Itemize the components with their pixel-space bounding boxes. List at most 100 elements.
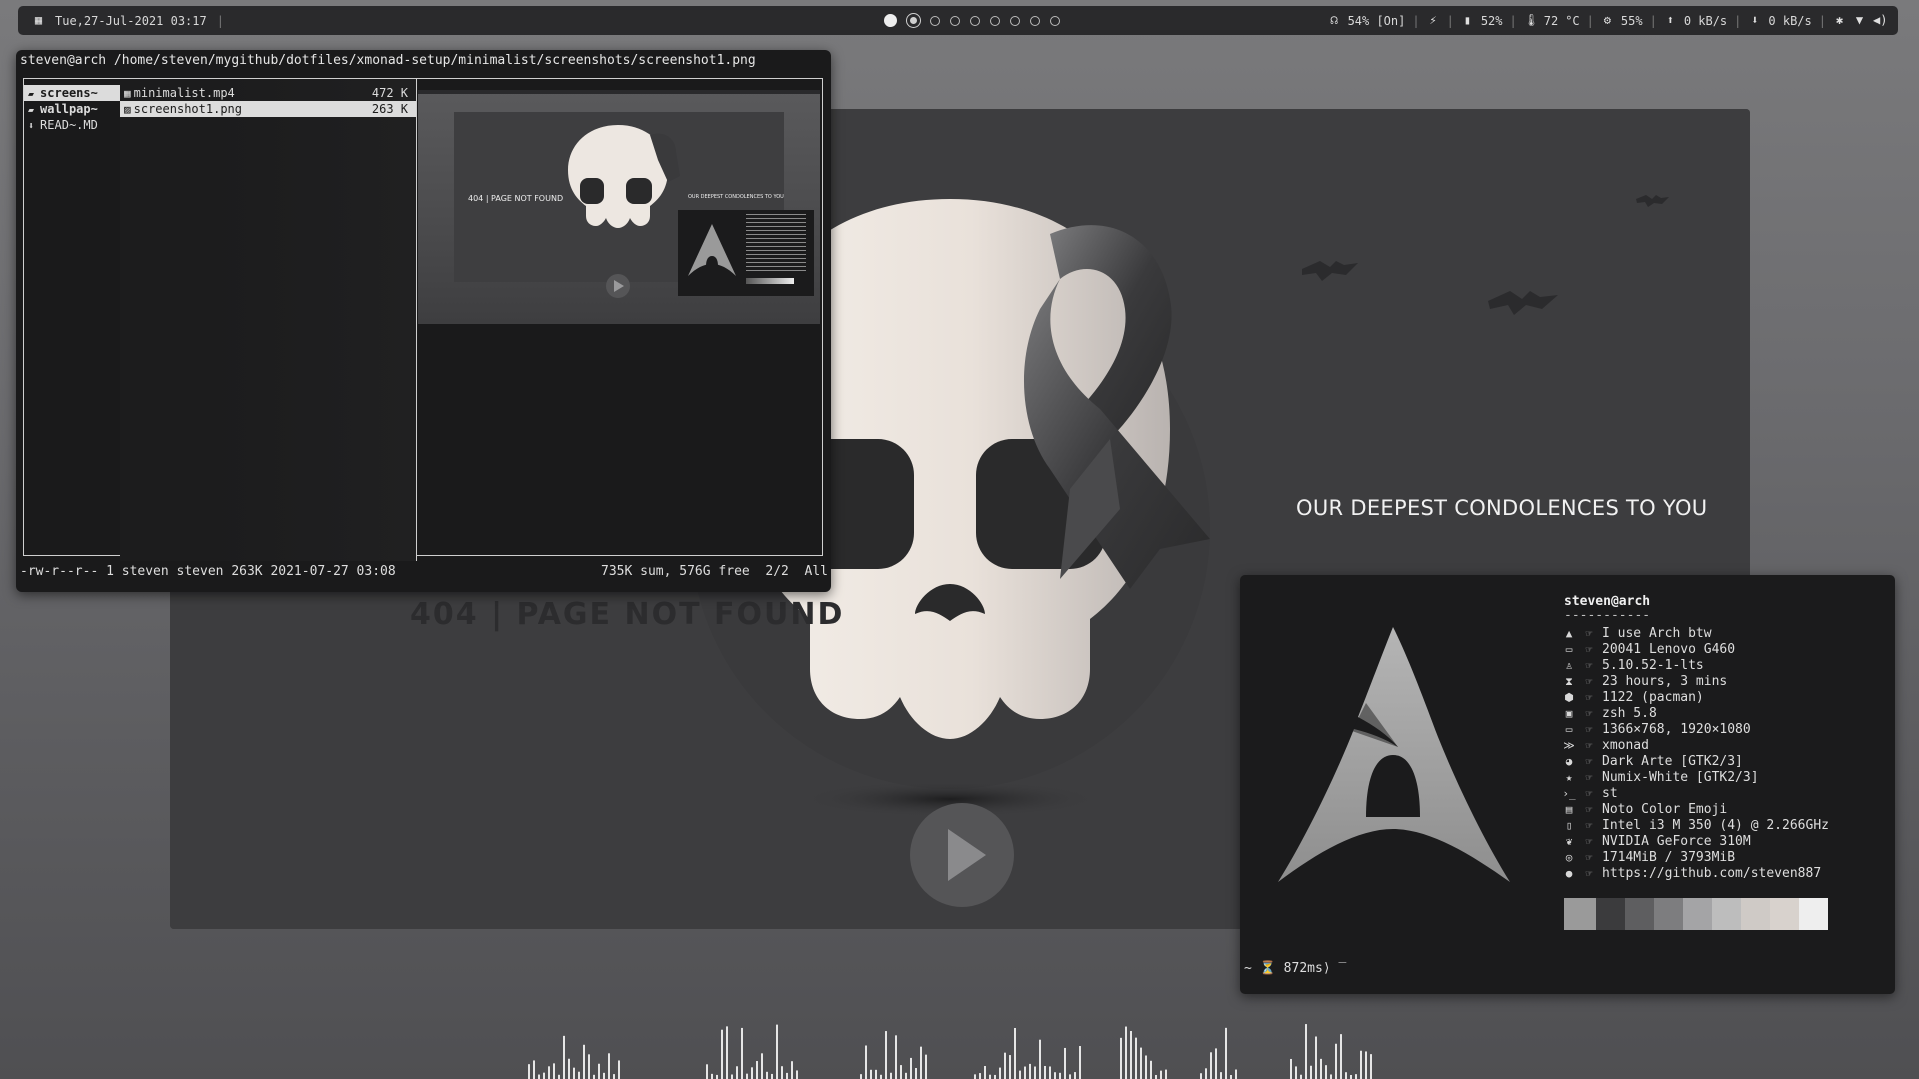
file-icon: ⬇ (28, 121, 41, 132)
workspace-1[interactable] (884, 14, 897, 27)
pointer-icon: ☞ (1585, 627, 1593, 640)
workspace-6[interactable] (990, 15, 1000, 26)
neofetch-value: 1714MiB / 3793MiB (1602, 850, 1736, 865)
neofetch-value: zsh 5.8 (1602, 706, 1657, 721)
pointer-icon: ☞ (1585, 835, 1593, 848)
preview-terminal (678, 210, 814, 296)
neofetch-line: ♙ ☞ 5.10.52-1-lts (1562, 658, 1829, 674)
hourglass-icon: ⧗ (1565, 675, 1573, 688)
shell-prompt[interactable]: ~ ⏳ 872ms⟩ ‾ (1244, 961, 1346, 976)
neofetch-terminal[interactable]: steven@arch ----------- ▲ ☞ I use Arch btw… (1240, 575, 1895, 994)
terminal-icon: ›_ (1562, 787, 1576, 800)
visualizer-bar (1009, 1055, 1011, 1079)
visualizer-bar (543, 1072, 545, 1079)
visualizer-bar (781, 1066, 783, 1079)
volume-value[interactable]: 54% [On] (1348, 14, 1406, 28)
visualizer-bar (1019, 1070, 1021, 1079)
visualizer-bar (1300, 1074, 1302, 1079)
workspace-3[interactable] (930, 15, 940, 26)
bluetooth-icon[interactable]: ✱ (1833, 14, 1846, 27)
visualizer-bar (1335, 1043, 1337, 1079)
visualizer-bar (1230, 1074, 1232, 1079)
palette-icon: ◕ (1565, 755, 1573, 768)
neofetch-value: 5.10.52-1-lts (1602, 658, 1704, 673)
visualizer-bar (1345, 1072, 1347, 1079)
visualizer-bar (1004, 1052, 1006, 1079)
visualizer-bar (538, 1074, 540, 1079)
pointer-icon: ☞ (1585, 659, 1593, 672)
pointer-icon: ☞ (1585, 675, 1593, 688)
wifi-icon[interactable]: ▼ (1853, 14, 1866, 27)
visualizer-bar (880, 1074, 882, 1079)
condolences-title: OUR DEEPEST CONDOLENCES TO YOU (1296, 496, 1708, 520)
neofetch-line: ▭ ☞ 20041 Lenovo G460 (1562, 642, 1829, 658)
speaker-icon[interactable]: ◀) (1873, 14, 1887, 27)
visualizer-bar (870, 1069, 872, 1079)
parent-item[interactable]: ⬇ READ~.MD (24, 117, 120, 133)
neofetch-value: I use Arch btw (1602, 626, 1712, 641)
pointer-icon: ☞ (1585, 819, 1593, 832)
visualizer-bar (1064, 1047, 1066, 1079)
pointer-icon: ☞ (1585, 803, 1593, 816)
workspace-7[interactable] (1010, 15, 1020, 26)
visualizer-bar (533, 1060, 535, 1079)
ranger-window[interactable]: steven@arch /home/steven/mygithub/dotfil… (16, 50, 831, 592)
parent-item[interactable]: ▰ screens~ (24, 85, 120, 101)
visualizer-bar (731, 1074, 733, 1079)
workspace-5[interactable] (970, 15, 980, 26)
visualizer-bar (568, 1058, 570, 1079)
audio-visualizer (528, 1024, 1372, 1079)
pointer-icon: ☞ (1585, 867, 1593, 880)
visualizer-bar (1014, 1027, 1016, 1079)
neofetch-line: ★ ☞ Numix-White [GTK2/3] (1562, 770, 1829, 786)
ranger-status: -rw-r--r-- 1 steven steven 263K 2021-07-… (20, 564, 828, 579)
workspace-2[interactable] (906, 13, 921, 28)
folder-icon: ▰ (28, 105, 41, 116)
neofetch-value: xmonad (1602, 738, 1649, 753)
visualizer-bar (920, 1046, 922, 1079)
current-column[interactable]: ▦ minimalist.mp4 472 K ▨ screenshot1.png 263 … (120, 79, 417, 561)
visualizer-bar (548, 1066, 550, 1079)
visualizer-bar (1310, 1065, 1312, 1079)
visualizer-bar (583, 1044, 585, 1079)
gpu-icon: ❦ (1565, 835, 1573, 848)
neofetch-value: https://github.com/steven887 (1602, 866, 1822, 881)
tux-icon: ♙ (1565, 659, 1573, 672)
neofetch-line: ▲ ☞ I use Arch btw (1562, 626, 1829, 642)
workspace-8[interactable] (1030, 15, 1040, 26)
play-button[interactable] (910, 803, 1014, 907)
parent-item[interactable]: ▰ wallpap~ (24, 101, 120, 117)
visualizer-bar (865, 1045, 867, 1079)
plug-icon: ⚡ (1429, 13, 1437, 27)
visualizer-bar (786, 1072, 788, 1079)
workspace-indicator[interactable] (884, 6, 1060, 35)
download-value: 0 kB/s (1768, 13, 1812, 28)
neofetch-line: ❦ ☞ NVIDIA GeForce 310M (1562, 834, 1829, 850)
visualizer-bar (1130, 1031, 1132, 1079)
divider: | (216, 13, 224, 28)
workspace-4[interactable] (950, 15, 960, 26)
visualizer-bar (598, 1063, 600, 1079)
file-row[interactable]: ▨ screenshot1.png 263 K (120, 101, 416, 117)
page-not-found-text: 404 | PAGE NOT FOUND (410, 597, 845, 632)
visualizer-bar (900, 1065, 902, 1079)
visualizer-bar (1295, 1066, 1297, 1079)
visualizer-bar (756, 1061, 758, 1079)
headphones-icon: ☊ (1330, 13, 1338, 27)
status-bar: ▦ Tue,27-Jul-2021 03:17 | ☊ 54% [On] | ⚡… (18, 6, 1898, 35)
shell-icon: ▣ (1565, 707, 1573, 720)
neofetch-line: ≫ ☞ xmonad (1562, 738, 1829, 754)
visualizer-bar (608, 1053, 610, 1079)
pointer-icon: ☞ (1585, 851, 1593, 864)
font-icon: ▤ (1565, 803, 1573, 816)
file-row[interactable]: ▦ minimalist.mp4 472 K (120, 85, 416, 101)
dir-summary: 735K sum, 576G free 2/2 All (601, 564, 828, 579)
parent-column[interactable]: ▰ screens~ ▰ wallpap~ ⬇ READ~.MD (24, 79, 121, 561)
workspace-9[interactable] (1050, 15, 1060, 26)
visualizer-bar (1044, 1065, 1046, 1079)
neofetch-value: Noto Color Emoji (1602, 802, 1728, 817)
visualizer-bar (613, 1074, 615, 1079)
wm-icon: ≫ (1563, 739, 1575, 752)
visualizer-bar (974, 1074, 976, 1079)
neofetch-line: ● ☞ https://github.com/steven887 (1562, 866, 1829, 882)
